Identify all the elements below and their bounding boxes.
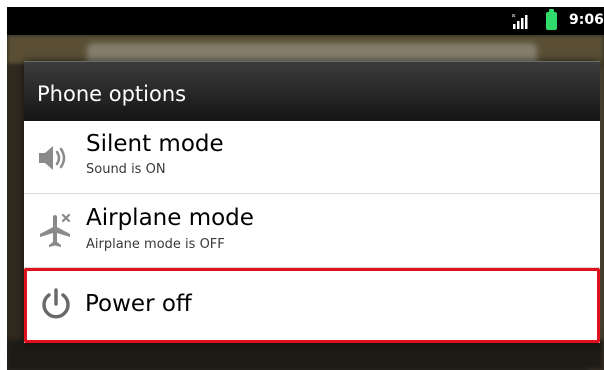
silent-mode-option[interactable]: Silent mode Sound is ON: [24, 121, 600, 194]
power-off-option[interactable]: Power off: [24, 268, 600, 343]
option-title: Airplane mode: [86, 205, 254, 231]
dialog-header: Phone options: [24, 61, 600, 121]
airplane-icon: [40, 213, 71, 247]
battery-icon: [546, 9, 557, 30]
power-icon: [42, 288, 70, 319]
signal-icon: [512, 14, 528, 29]
speaker-icon: [39, 146, 66, 170]
phone-options-dialog: Phone options Silent mode Sound is ON Ai…: [24, 61, 600, 343]
dialog-title: Phone options: [37, 82, 187, 106]
airplane-mode-option[interactable]: Airplane mode Airplane mode is OFF: [24, 195, 600, 268]
device-screen: 9:06 Phone options Silent mode Sound is …: [7, 7, 604, 370]
option-title: Silent mode: [86, 131, 224, 157]
status-bar: 9:06: [7, 7, 604, 35]
clock: 9:06: [569, 12, 604, 28]
option-title: Power off: [85, 291, 192, 317]
option-subtitle: Airplane mode is OFF: [86, 237, 225, 252]
option-subtitle: Sound is ON: [86, 162, 166, 177]
